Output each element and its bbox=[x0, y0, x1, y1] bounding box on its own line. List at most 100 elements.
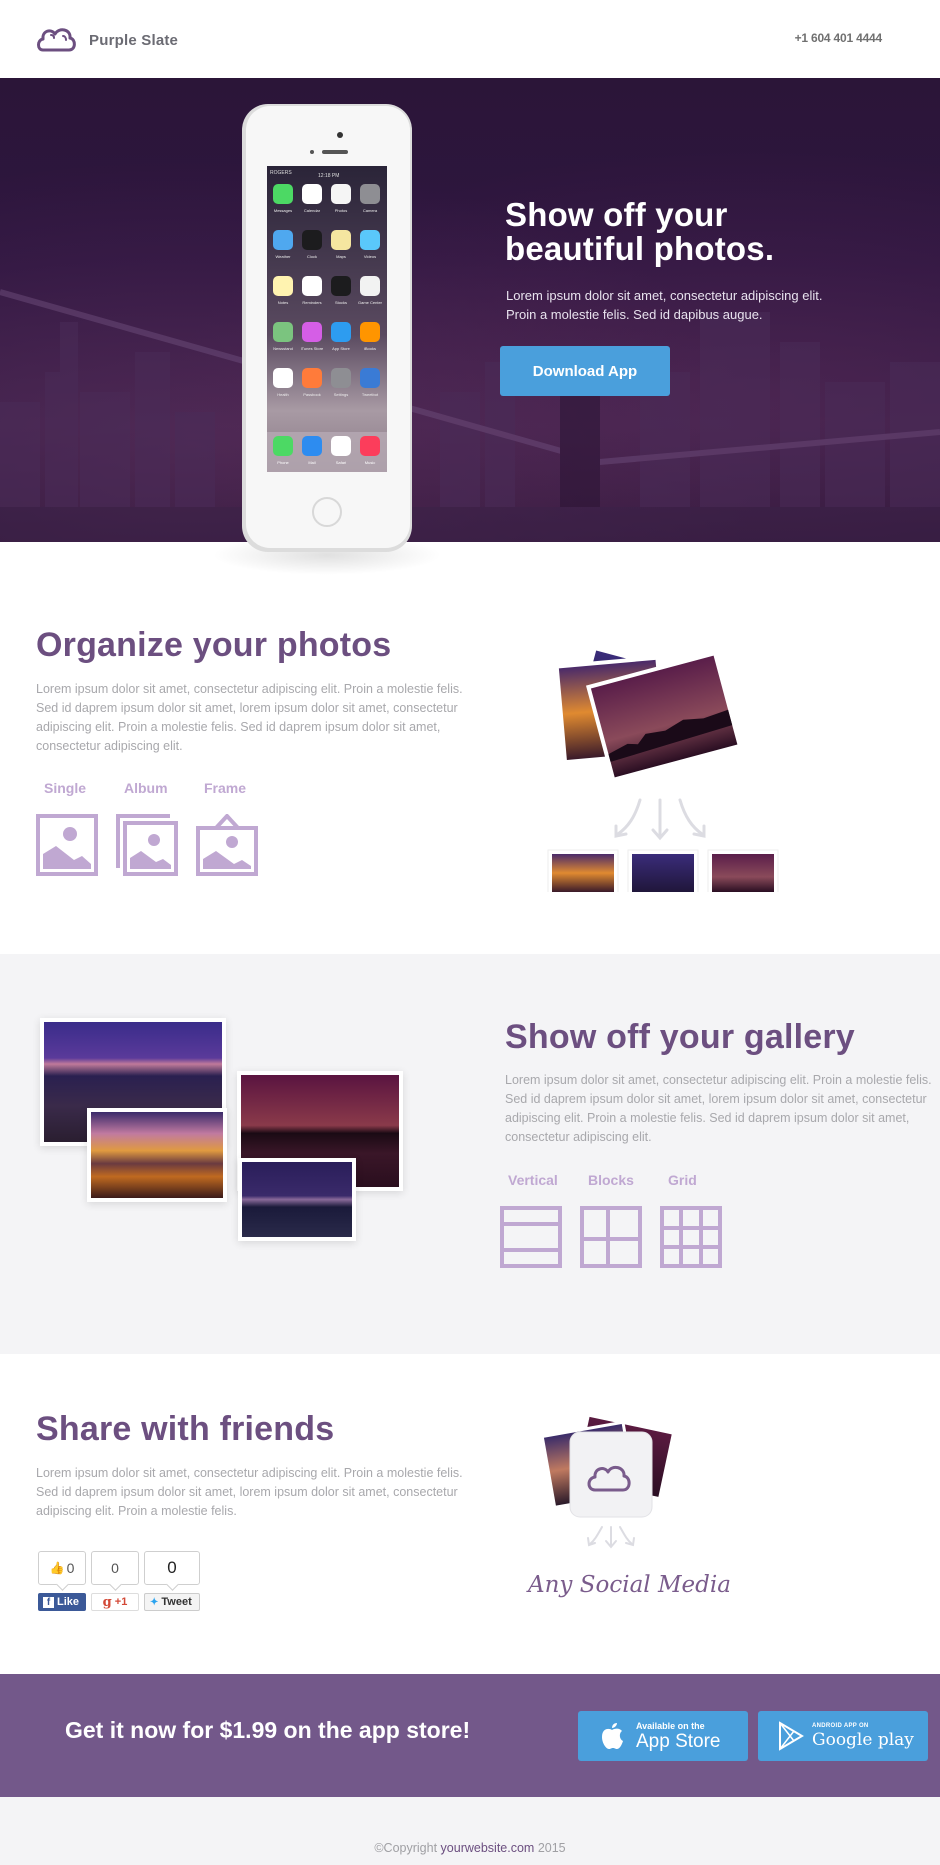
dock-label: Mail bbox=[308, 460, 315, 465]
app-icon-weather bbox=[273, 230, 293, 250]
hero-subtitle-line-1: Lorem ipsum dolor sit amet, consectetur … bbox=[506, 288, 823, 303]
hero-title-line-2: beautiful photos. bbox=[505, 230, 775, 267]
option-label: Album bbox=[124, 780, 168, 796]
google-play-small-label: ANDROID APP ON bbox=[812, 1723, 869, 1729]
gallery-photo-beach-sunset[interactable] bbox=[87, 1108, 227, 1202]
google-plus-widget[interactable]: 0 g +1 bbox=[91, 1551, 139, 1611]
app-label: Settings bbox=[334, 392, 348, 397]
app-icon-reminders bbox=[302, 276, 322, 296]
gallery-options: Vertical Blocks Grid bbox=[500, 1172, 740, 1268]
social-share-buttons: 👍 0 f Like 0 g +1 0 ✦ Tweet bbox=[38, 1551, 200, 1611]
dock-icon-mail bbox=[302, 436, 322, 456]
organize-section: Organize your photos Lorem ipsum dolor s… bbox=[0, 542, 940, 954]
copyright-text: ©Copyright yourwebsite.com 2015 bbox=[0, 1841, 940, 1855]
site-header: Purple Slate +1 604 401 4444 bbox=[0, 0, 940, 78]
app-label: Reminders bbox=[302, 300, 321, 305]
copyright-prefix: ©Copyright bbox=[374, 1841, 438, 1855]
app-label: Notes bbox=[278, 300, 288, 305]
gallery-title: Show off your gallery bbox=[505, 1018, 855, 1056]
grid-layout-icon bbox=[660, 1206, 722, 1268]
photo-stack-illustration bbox=[547, 645, 779, 892]
organize-title: Organize your photos bbox=[36, 626, 392, 664]
website-link[interactable]: yourwebsite.com bbox=[441, 1841, 535, 1855]
twitter-widget[interactable]: 0 ✦ Tweet bbox=[144, 1551, 200, 1611]
app-icon-messages bbox=[273, 184, 293, 204]
dock-icon-safari bbox=[331, 436, 351, 456]
apple-icon bbox=[602, 1723, 623, 1749]
app-icon-maps bbox=[331, 230, 351, 250]
app-icon-photos bbox=[331, 184, 351, 204]
app-label: iTunes Store bbox=[301, 346, 324, 351]
google-plus-button[interactable]: g +1 bbox=[91, 1593, 139, 1611]
app-label: Weather bbox=[275, 254, 291, 259]
facebook-icon: f bbox=[43, 1596, 54, 1608]
copyright-year: 2015 bbox=[537, 1841, 566, 1855]
social-share-illustration bbox=[540, 1413, 676, 1549]
hero-subtitle: Lorem ipsum dolor sit amet, consectetur … bbox=[506, 286, 886, 324]
thumbnail-row bbox=[547, 849, 779, 892]
site-footer: ©Copyright yourwebsite.com 2015 bbox=[0, 1797, 940, 1865]
google-plus-label: +1 bbox=[114, 1596, 128, 1608]
share-body: Lorem ipsum dolor sit amet, consectetur … bbox=[36, 1466, 463, 1518]
app-label: Health bbox=[277, 392, 289, 397]
facebook-count-value: 0 bbox=[66, 1560, 75, 1576]
app-label: Videos bbox=[364, 254, 376, 259]
facebook-like-label: Like bbox=[57, 1596, 80, 1608]
app-icon-game-center bbox=[360, 276, 380, 296]
option-grid[interactable]: Grid bbox=[660, 1172, 740, 1268]
album-icon bbox=[116, 814, 178, 876]
option-blocks[interactable]: Blocks bbox=[580, 1172, 660, 1268]
facebook-like-widget[interactable]: 👍 0 f Like bbox=[38, 1551, 86, 1611]
app-store-small-label: Available on the bbox=[636, 1720, 705, 1731]
share-title: Share with friends bbox=[36, 1410, 335, 1448]
app-icon-health bbox=[273, 368, 293, 388]
option-vertical[interactable]: Vertical bbox=[500, 1172, 580, 1268]
app-icon-app-store bbox=[331, 322, 351, 342]
twitter-bird-icon: ✦ bbox=[150, 1596, 159, 1608]
phone-number[interactable]: +1 604 401 4444 bbox=[795, 31, 883, 45]
app-icon-tweetbot bbox=[360, 368, 380, 388]
option-label: Vertical bbox=[508, 1172, 558, 1188]
option-single[interactable]: Single bbox=[36, 780, 116, 876]
app-icon-stocks bbox=[331, 276, 351, 296]
gallery-photo-bridge[interactable] bbox=[238, 1158, 356, 1241]
google-play-big-label: Google play bbox=[812, 1730, 914, 1750]
app-label: Camera bbox=[363, 208, 378, 213]
app-icon-clock bbox=[302, 230, 322, 250]
clock-label: 12:18 PM bbox=[318, 173, 339, 179]
app-store-big-label: App Store bbox=[636, 1730, 721, 1752]
any-social-media-caption: Any Social Media bbox=[528, 1572, 731, 1598]
thumbs-up-icon: 👍 bbox=[49, 1561, 65, 1575]
app-icon-calendar bbox=[302, 184, 322, 204]
app-icon-notes bbox=[273, 276, 293, 296]
tweet-button[interactable]: ✦ Tweet bbox=[144, 1593, 200, 1611]
tweet-label: Tweet bbox=[161, 1596, 192, 1608]
dock-label: Music bbox=[365, 460, 375, 465]
download-app-button[interactable]: Download App bbox=[500, 346, 670, 396]
option-label: Blocks bbox=[588, 1172, 634, 1188]
frame-icon bbox=[196, 814, 258, 876]
carrier-label: ROGERS bbox=[270, 170, 292, 176]
google-play-button[interactable]: ANDROID APP ON Google play bbox=[758, 1711, 928, 1761]
option-album[interactable]: Album bbox=[116, 780, 196, 876]
facebook-like-button[interactable]: f Like bbox=[38, 1593, 86, 1611]
app-label: Calendar bbox=[304, 208, 321, 213]
dock-icon-music bbox=[360, 436, 380, 456]
app-icon-itunes-store bbox=[302, 322, 322, 342]
app-icon-passbook bbox=[302, 368, 322, 388]
option-label: Single bbox=[44, 780, 87, 796]
dock-icon-phone bbox=[273, 436, 293, 456]
app-label: Game Center bbox=[358, 300, 383, 305]
app-store-button[interactable]: Available on the App Store bbox=[578, 1711, 748, 1761]
app-label: App Store bbox=[332, 346, 351, 351]
cta-band: Get it now for $1.99 on the app store! A… bbox=[0, 1674, 940, 1797]
dock-label: Safari bbox=[336, 460, 347, 465]
app-label: Photos bbox=[335, 208, 347, 213]
google-plus-icon: g bbox=[102, 1594, 112, 1610]
app-icon-videos bbox=[360, 230, 380, 250]
app-label: Stocks bbox=[335, 300, 347, 305]
single-photo-icon bbox=[36, 814, 98, 876]
option-frame[interactable]: Frame bbox=[196, 780, 276, 876]
brand-logo[interactable]: Purple Slate bbox=[35, 26, 178, 54]
app-label: Maps bbox=[336, 254, 346, 259]
